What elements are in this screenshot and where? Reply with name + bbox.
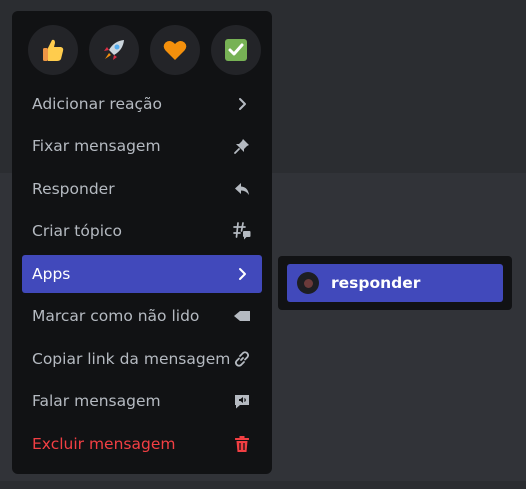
- menu-item-label: Adicionar reação: [32, 95, 162, 113]
- menu-item-label: Copiar link da mensagem: [32, 350, 231, 368]
- thread-icon: [232, 221, 252, 241]
- apps-submenu: responder: [278, 256, 512, 310]
- menu-item-create-thread[interactable]: Criar tópico: [22, 212, 262, 250]
- link-icon: [232, 349, 252, 369]
- check-mark-button-emoji: [225, 39, 247, 61]
- background-band: [0, 481, 526, 489]
- speak-icon: [232, 391, 252, 411]
- app-avatar-mark: [303, 278, 313, 288]
- menu-item-label: Apps: [32, 265, 71, 283]
- reaction-orange-heart[interactable]: [150, 25, 200, 75]
- menu-item-speak-message[interactable]: Falar mensagem: [22, 382, 262, 420]
- orange-heart-emoji: [163, 41, 187, 60]
- rocket-emoji: [104, 40, 124, 60]
- menu-item-reply[interactable]: Responder: [22, 170, 262, 208]
- menu-item-pin-message[interactable]: Fixar mensagem: [22, 127, 262, 165]
- menu-item-mark-unread[interactable]: Marcar como não lido: [22, 297, 262, 335]
- menu-item-label: Falar mensagem: [32, 392, 161, 410]
- menu-item-label: Criar tópico: [32, 222, 123, 240]
- reaction-rocket[interactable]: [89, 25, 139, 75]
- menu-item-label: Excluir mensagem: [32, 435, 176, 453]
- reply-icon: [232, 179, 252, 199]
- menu-item-label: Marcar como não lido: [32, 307, 200, 325]
- reaction-check-mark[interactable]: [211, 25, 261, 75]
- app-item-label: responder: [331, 274, 421, 292]
- quick-reactions: [28, 25, 261, 75]
- app-item-responder[interactable]: responder: [287, 264, 503, 302]
- mark-unread-icon: [232, 306, 252, 326]
- thumbs-up-emoji: [43, 39, 64, 61]
- reaction-thumbs-up[interactable]: [28, 25, 78, 75]
- chevron-right-icon: [232, 264, 252, 284]
- menu-item-copy-message-link[interactable]: Copiar link da mensagem: [22, 340, 262, 378]
- trash-icon: [232, 434, 252, 454]
- menu-item-apps[interactable]: Apps: [22, 255, 262, 293]
- menu-item-label: Responder: [32, 180, 115, 198]
- menu-item-add-reaction[interactable]: Adicionar reação: [22, 85, 262, 123]
- message-context-menu: Adicionar reação Fixar mensagem Responde…: [12, 11, 272, 474]
- app-avatar: [297, 272, 319, 294]
- menu-item-delete-message[interactable]: Excluir mensagem: [22, 425, 262, 463]
- chevron-right-icon: [232, 94, 252, 114]
- menu-item-label: Fixar mensagem: [32, 137, 161, 155]
- pin-icon: [232, 136, 252, 156]
